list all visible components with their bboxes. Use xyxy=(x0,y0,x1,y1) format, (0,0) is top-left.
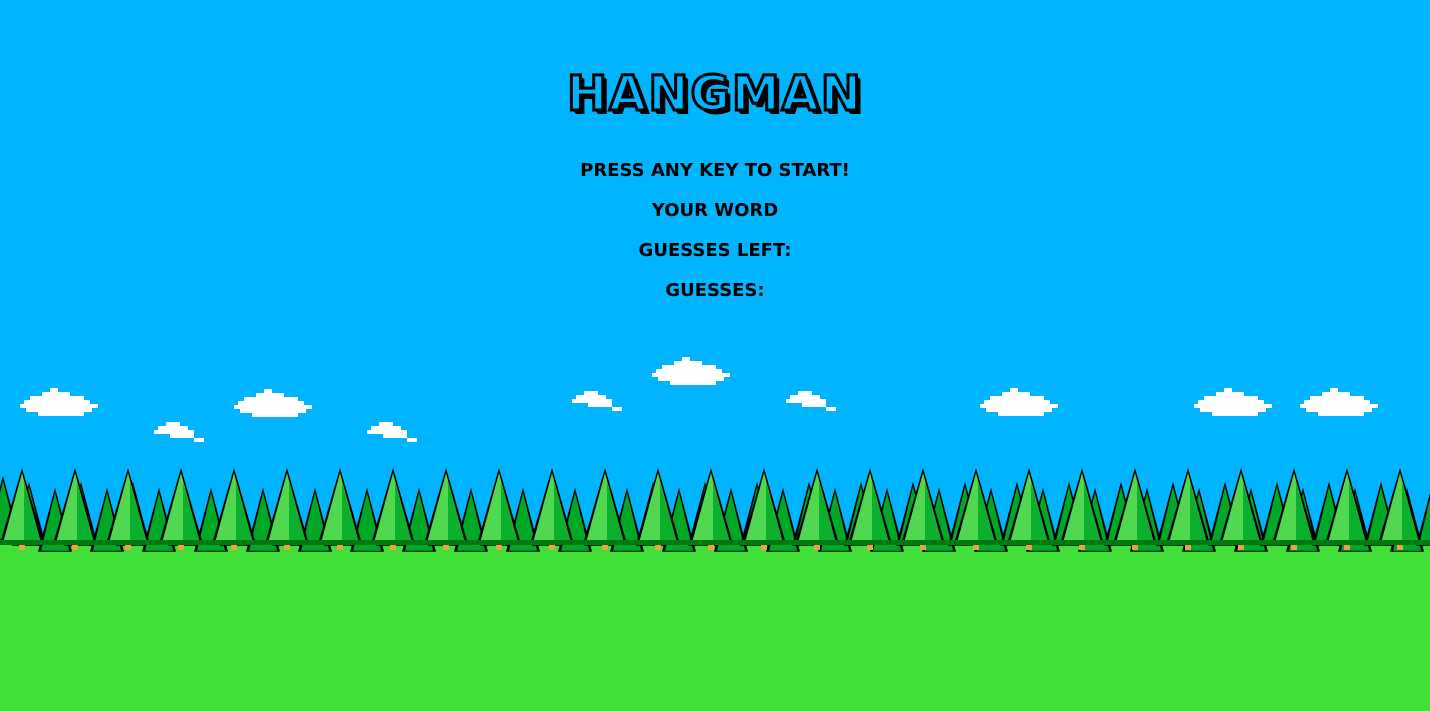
word-label: Your Word xyxy=(651,200,779,221)
grass-field xyxy=(0,545,1430,711)
start-prompt: Press any key to start! xyxy=(580,160,850,181)
guesses-left-label: Guesses Left: xyxy=(638,240,792,261)
game-title: Hangman xyxy=(566,65,863,124)
guesses-label: Guesses: xyxy=(665,280,765,301)
